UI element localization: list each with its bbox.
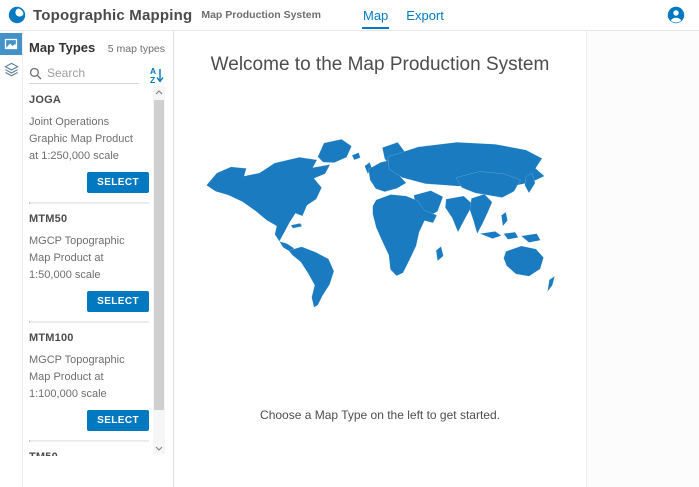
select-button-joga[interactable]: SELECT bbox=[87, 172, 149, 193]
map-type-description: Joint Operations Graphic Map Product at … bbox=[29, 114, 141, 165]
main-content: Welcome to the Map Production System bbox=[174, 31, 587, 487]
sort-a-z-icon[interactable]: A Z bbox=[147, 65, 165, 85]
globe-logo-icon bbox=[8, 6, 26, 24]
svg-text:Z: Z bbox=[150, 75, 155, 85]
app-header: Topographic Mapping Map Production Syste… bbox=[0, 0, 699, 31]
app-body: Map Types 5 map types A Z bbox=[0, 31, 699, 487]
map-type-name: JOGA bbox=[29, 94, 149, 106]
search-row: A Z bbox=[29, 65, 165, 85]
tab-map[interactable]: Map bbox=[362, 2, 389, 29]
panel-header: Map Types 5 map types bbox=[23, 31, 173, 55]
app-title: Topographic Mapping bbox=[33, 7, 192, 24]
map-panel-icon[interactable] bbox=[0, 33, 22, 55]
list-item-tm50: TM50 Topographic Map Product at 1:50,000… bbox=[29, 442, 149, 456]
header-tabs: Map Export bbox=[362, 0, 445, 30]
map-type-name: MTM50 bbox=[29, 213, 149, 225]
map-type-name: TM50 bbox=[29, 451, 149, 456]
instruction-text: Choose a Map Type on the left to get sta… bbox=[260, 408, 500, 422]
map-type-name: MTM100 bbox=[29, 332, 149, 344]
user-avatar-icon[interactable] bbox=[667, 6, 685, 24]
panel-title: Map Types bbox=[29, 40, 95, 55]
right-gutter bbox=[587, 31, 699, 487]
map-type-list: JOGA Joint Operations Graphic Map Produc… bbox=[23, 85, 173, 456]
list-item-joga: JOGA Joint Operations Graphic Map Produc… bbox=[29, 85, 149, 202]
list-item-mtm50: MTM50 MGCP Topographic Map Product at 1:… bbox=[29, 204, 149, 321]
welcome-title: Welcome to the Map Production System bbox=[211, 54, 550, 76]
search-icon bbox=[29, 67, 42, 80]
scroll-down-icon[interactable] bbox=[153, 442, 165, 454]
scroll-up-icon[interactable] bbox=[153, 86, 165, 98]
layers-icon[interactable] bbox=[0, 58, 22, 80]
map-types-panel: Map Types 5 map types A Z bbox=[23, 31, 174, 487]
select-button-mtm100[interactable]: SELECT bbox=[87, 410, 149, 431]
world-map-graphic bbox=[188, 120, 572, 312]
select-button-mtm50[interactable]: SELECT bbox=[87, 291, 149, 312]
list-item-mtm100: MTM100 MGCP Topographic Map Product at 1… bbox=[29, 323, 149, 440]
app-window: Topographic Mapping Map Production Syste… bbox=[0, 0, 699, 487]
search-input[interactable] bbox=[47, 66, 133, 80]
search-box bbox=[29, 66, 139, 84]
list-scrollbar[interactable] bbox=[153, 86, 165, 454]
tool-strip bbox=[0, 31, 23, 487]
map-type-count: 5 map types bbox=[108, 43, 165, 55]
map-type-description: MGCP Topographic Map Product at 1:50,000… bbox=[29, 233, 141, 284]
map-type-description: MGCP Topographic Map Product at 1:100,00… bbox=[29, 352, 141, 403]
tab-export[interactable]: Export bbox=[405, 2, 445, 29]
app-subtitle: Map Production System bbox=[201, 9, 321, 21]
scrollbar-thumb[interactable] bbox=[154, 100, 164, 410]
